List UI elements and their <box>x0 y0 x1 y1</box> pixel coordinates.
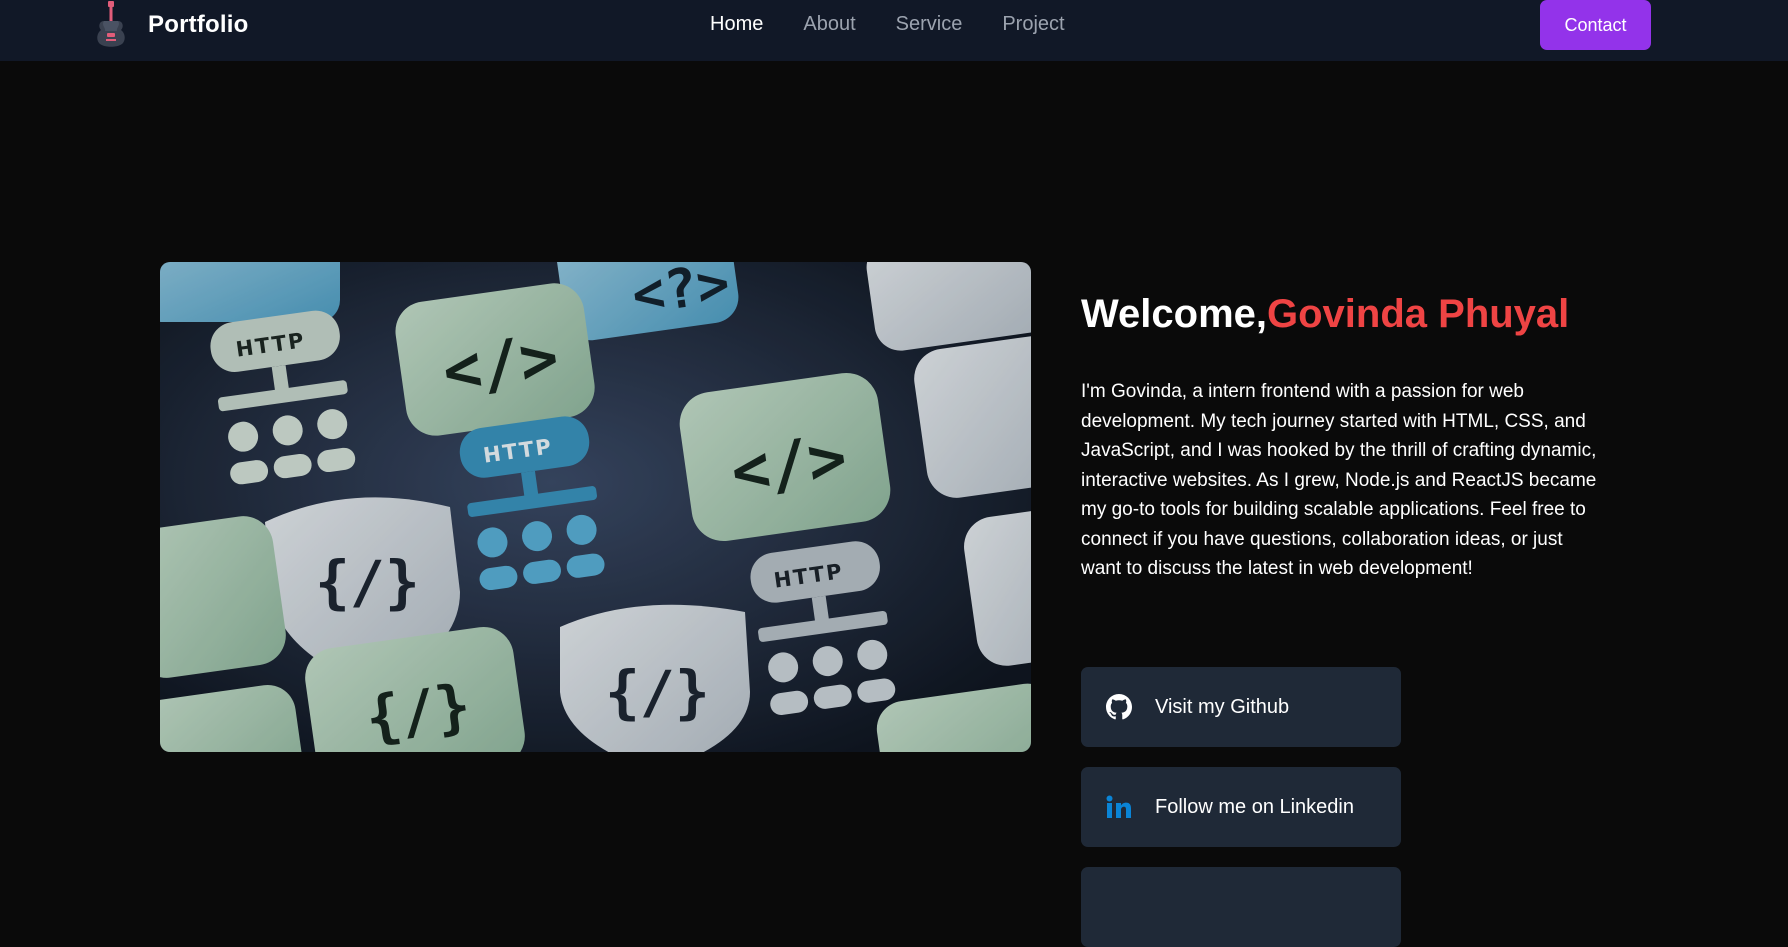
nav-item-about: About <box>803 11 855 38</box>
nav-links: Home About Service Project <box>710 11 1065 38</box>
contact-button[interactable]: Contact <box>1540 0 1651 50</box>
welcome-name: Govinda Phuyal <box>1267 292 1570 336</box>
github-button-label: Visit my Github <box>1155 695 1290 718</box>
linkedin-icon <box>1105 793 1133 821</box>
nav-item-service: Service <box>896 11 963 38</box>
top-navbar: Portfolio Home About Service Project Con… <box>0 0 1788 61</box>
nav-link-service[interactable]: Service <box>896 13 963 35</box>
linkedin-button-label: Follow me on Linkedin <box>1155 795 1354 818</box>
nav-link-about[interactable]: About <box>803 13 855 35</box>
github-button[interactable]: Visit my Github <box>1081 667 1401 747</box>
nav-item-home: Home <box>710 11 763 38</box>
http-code-keys-image: <?> </> </> HTTP HTTP HTTP {/} {/} {/} <box>160 262 1031 752</box>
welcome-heading: Welcome,Govinda Phuyal <box>1081 289 1569 339</box>
guitar-icon <box>97 1 125 47</box>
github-icon <box>1105 693 1133 721</box>
linkedin-button[interactable]: Follow me on Linkedin <box>1081 767 1401 847</box>
brand-title: Portfolio <box>148 11 249 38</box>
nav-link-project[interactable]: Project <box>1002 13 1064 35</box>
bio-paragraph: I'm Govinda, a intern frontend with a pa… <box>1081 381 1597 579</box>
hero-image: <?> </> </> HTTP HTTP HTTP {/} {/} {/} <box>160 262 1031 752</box>
nav-item-project: Project <box>1002 11 1064 38</box>
third-social-button[interactable] <box>1081 867 1401 947</box>
nav-link-home[interactable]: Home <box>710 13 763 35</box>
welcome-prefix: Welcome, <box>1081 292 1267 336</box>
brand-link[interactable]: Portfolio <box>94 0 248 50</box>
